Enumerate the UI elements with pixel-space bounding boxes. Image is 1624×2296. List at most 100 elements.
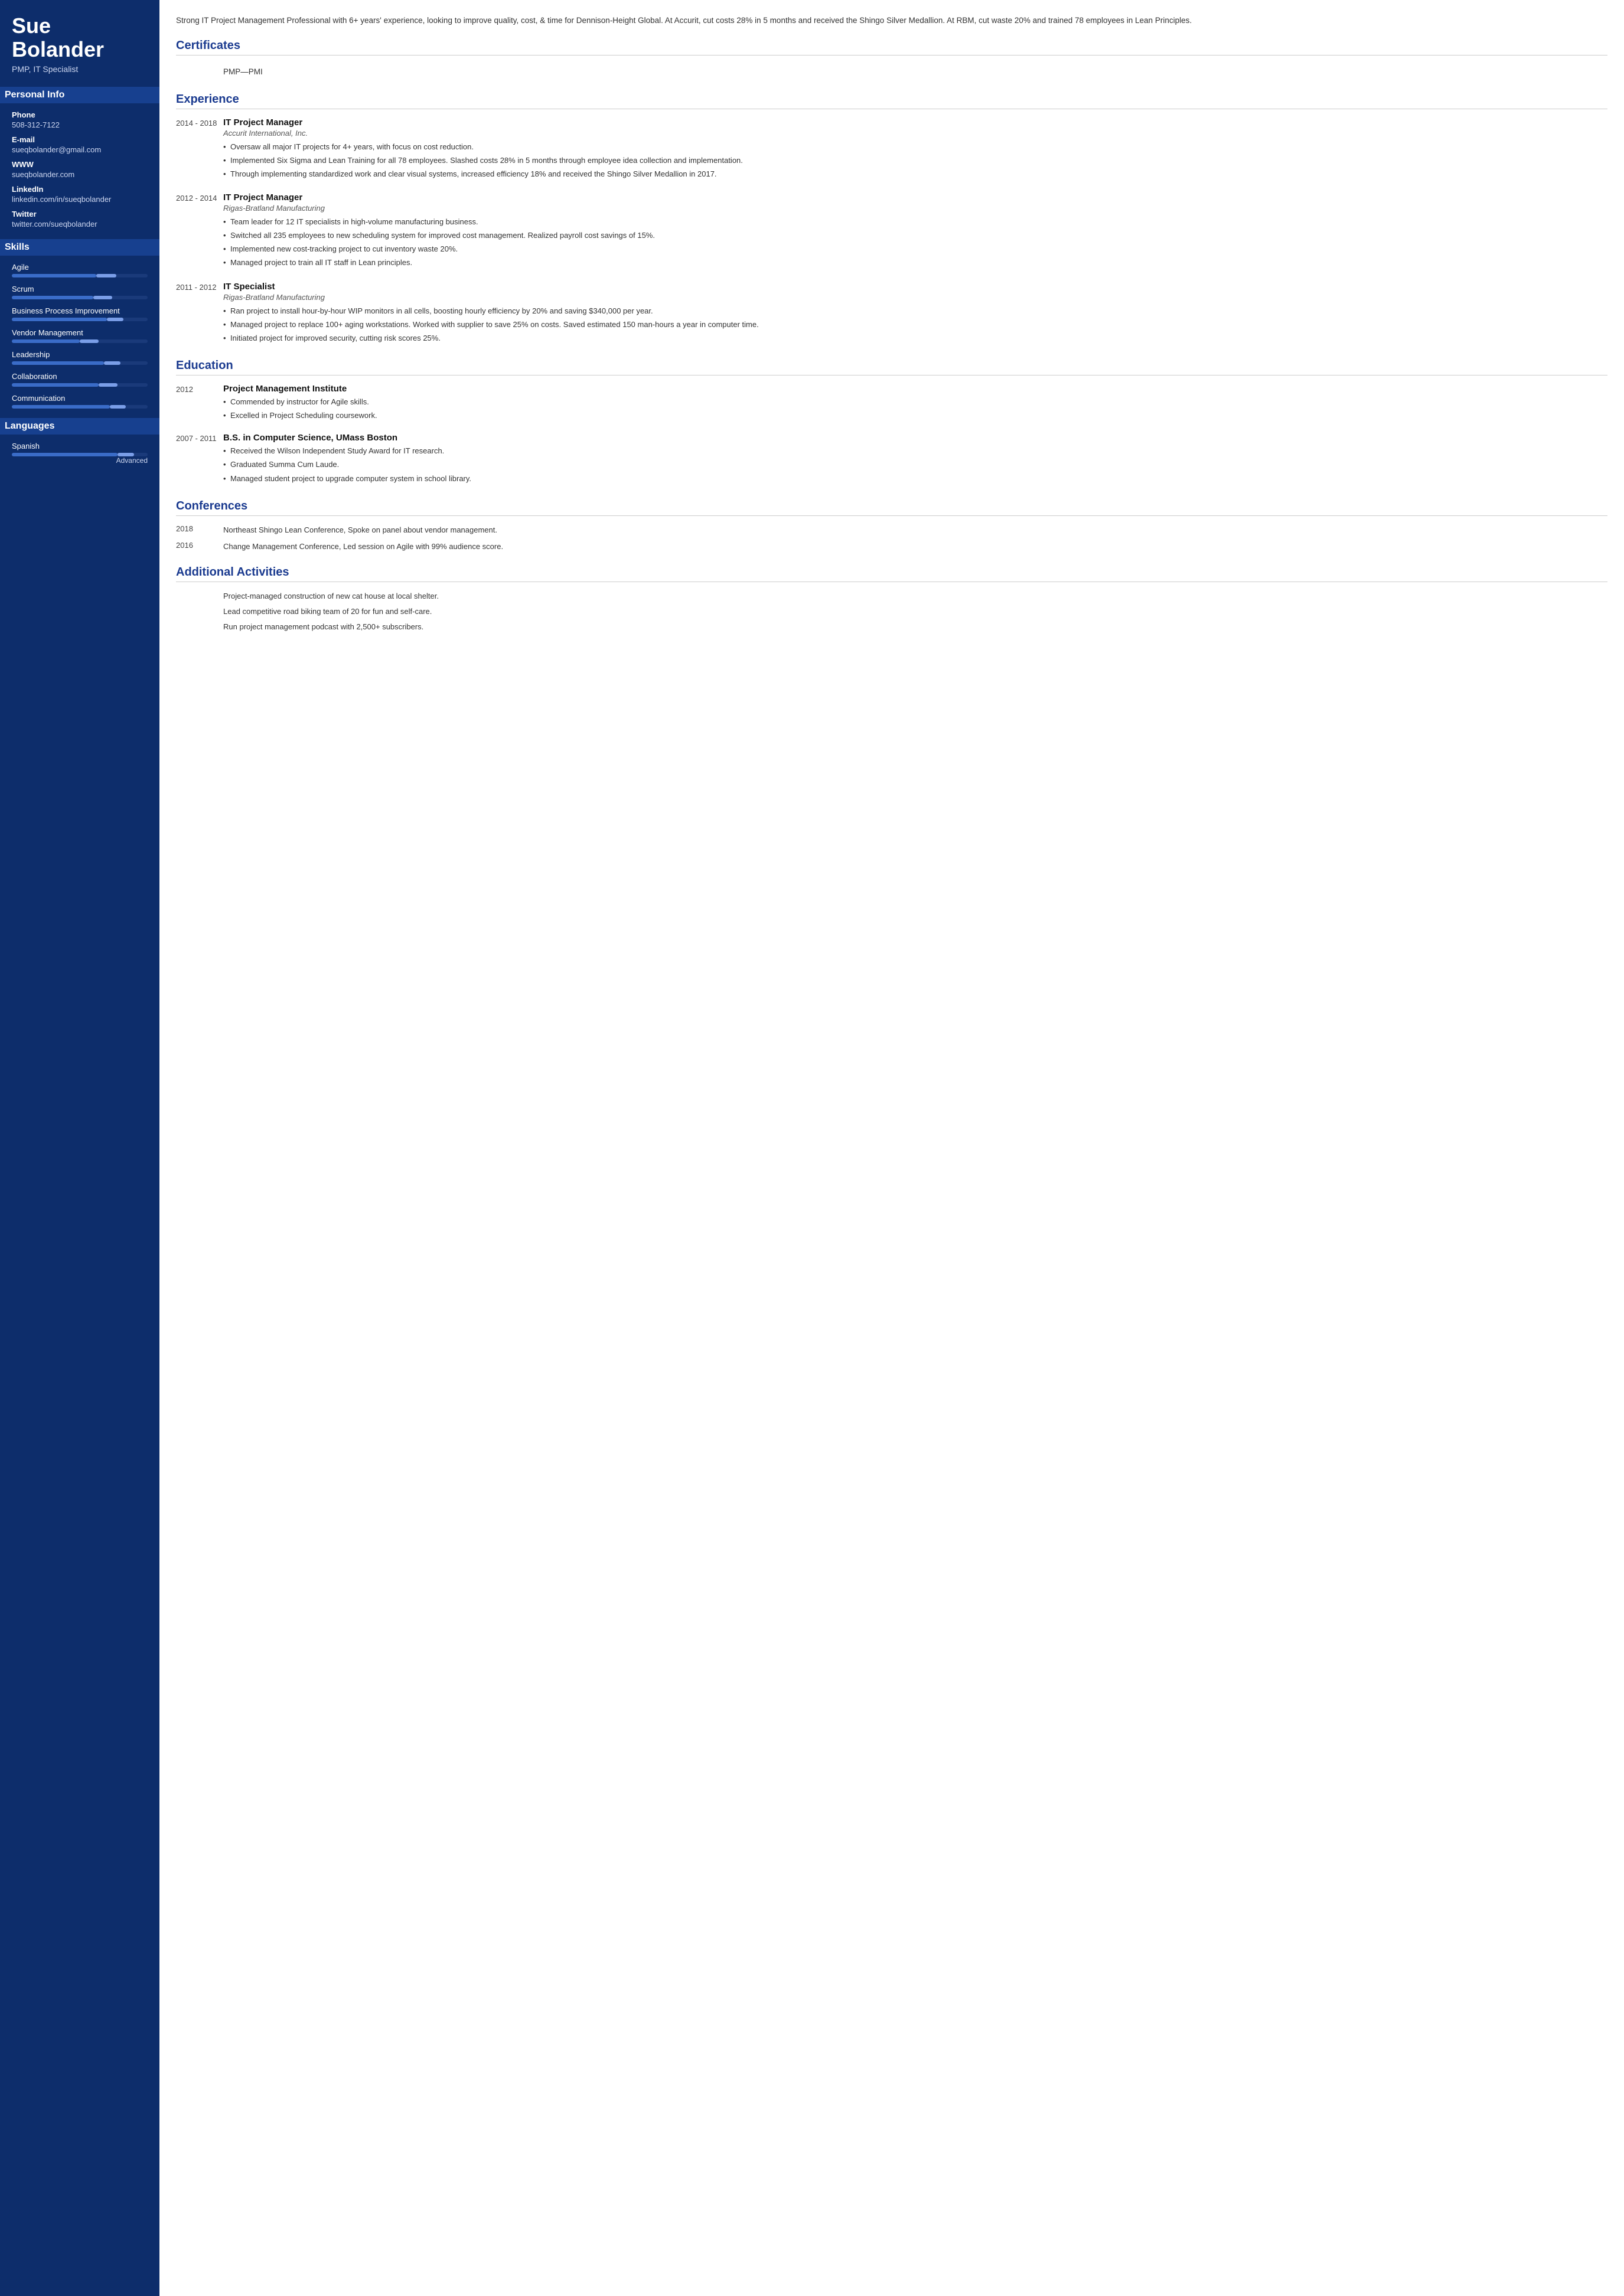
- experience-job-title: IT Project Manager: [223, 192, 1607, 203]
- conference-text: Change Management Conference, Led sessio…: [223, 541, 1607, 553]
- education-bullet: Received the Wilson Independent Study Aw…: [223, 445, 1607, 457]
- education-bullet: Managed student project to upgrade compu…: [223, 473, 1607, 485]
- education-bullet: Graduated Summa Cum Laude.: [223, 459, 1607, 471]
- skill-bar-accent: [110, 405, 126, 409]
- skill-name: Collaboration: [12, 372, 148, 381]
- candidate-title: PMP, IT Specialist: [12, 64, 148, 74]
- conference-text: Northeast Shingo Lean Conference, Spoke …: [223, 524, 1607, 536]
- conference-date: 2018: [176, 524, 223, 536]
- linkedin-value: linkedin.com/in/sueqbolander: [12, 195, 148, 204]
- experience-company: Rigas-Bratland Manufacturing: [223, 293, 1607, 302]
- www-value: sueqbolander.com: [12, 170, 148, 179]
- education-institution: Project Management Institute: [223, 384, 1607, 394]
- language-bar: [12, 453, 148, 456]
- skill-bar-fill: [12, 405, 110, 409]
- certificates-title: Certificates: [176, 39, 1607, 55]
- skill-bar-accent: [96, 274, 117, 277]
- activities-title: Additional Activities: [176, 566, 1607, 582]
- phone-value: 508-312-7122: [12, 120, 148, 129]
- skill-bar-fill: [12, 318, 107, 321]
- skill-bar: [12, 339, 148, 343]
- activity-item: Project-managed construction of new cat …: [176, 590, 1607, 602]
- experience-company: Rigas-Bratland Manufacturing: [223, 204, 1607, 213]
- skills-section-title: Skills: [0, 239, 159, 256]
- skill-name: Leadership: [12, 350, 148, 359]
- education-bullet: Commended by instructor for Agile skills…: [223, 396, 1607, 408]
- language-item: Spanish Advanced: [12, 442, 148, 465]
- skill-bar: [12, 296, 148, 299]
- www-label: WWW: [12, 160, 148, 169]
- language-bar-fill: [12, 453, 118, 456]
- skill-bar: [12, 274, 148, 277]
- conference-item: 2016Change Management Conference, Led se…: [176, 541, 1607, 553]
- sidebar: Sue Bolander PMP, IT Specialist Personal…: [0, 0, 159, 2296]
- experience-company: Accurit International, Inc.: [223, 129, 1607, 138]
- activity-item: Lead competitive road biking team of 20 …: [176, 606, 1607, 618]
- conferences-title: Conferences: [176, 499, 1607, 516]
- skills-section: AgileScrumBusiness Process ImprovementVe…: [12, 263, 148, 409]
- skill-name: Agile: [12, 263, 148, 272]
- skill-item: Communication: [12, 394, 148, 409]
- twitter-value: twitter.com/sueqbolander: [12, 220, 148, 228]
- skill-bar: [12, 383, 148, 387]
- experience-bullet: Initiated project for improved security,…: [223, 332, 1607, 344]
- languages-section-title: Languages: [0, 418, 159, 435]
- email-value: sueqbolander@gmail.com: [12, 145, 148, 154]
- experience-detail: IT Project ManagerRigas-Bratland Manufac…: [223, 192, 1607, 271]
- experience-date: 2014 - 2018: [176, 117, 223, 182]
- twitter-label: Twitter: [12, 210, 148, 218]
- experience-detail: IT SpecialistRigas-Bratland Manufacturin…: [223, 282, 1607, 346]
- education-item: 2012Project Management Institute Commende…: [176, 384, 1607, 423]
- education-section: Education 2012Project Management Institu…: [176, 359, 1607, 486]
- skill-name: Vendor Management: [12, 328, 148, 337]
- experience-date: 2012 - 2014: [176, 192, 223, 271]
- conference-date: 2016: [176, 541, 223, 553]
- skill-item: Vendor Management: [12, 328, 148, 343]
- skill-item: Collaboration: [12, 372, 148, 387]
- skill-bar-accent: [107, 318, 123, 321]
- skill-item: Leadership: [12, 350, 148, 365]
- education-detail: B.S. in Computer Science, UMass BostonRe…: [223, 433, 1607, 486]
- skill-bar-fill: [12, 361, 104, 365]
- skill-bar-accent: [80, 339, 99, 343]
- personal-info-section-title: Personal Info: [0, 87, 159, 103]
- language-level: Advanced: [12, 456, 148, 465]
- experience-bullet: Managed project to train all IT staff in…: [223, 257, 1607, 269]
- education-date: 2012: [176, 384, 223, 423]
- skill-item: Agile: [12, 263, 148, 277]
- skill-bar-accent: [99, 383, 118, 387]
- skill-bar-fill: [12, 296, 93, 299]
- conference-item: 2018Northeast Shingo Lean Conference, Sp…: [176, 524, 1607, 536]
- activity-item: Run project management podcast with 2,50…: [176, 621, 1607, 633]
- education-bullet: Excelled in Project Scheduling coursewor…: [223, 410, 1607, 422]
- languages-section: Spanish Advanced: [12, 442, 148, 465]
- skill-bar: [12, 318, 148, 321]
- experience-item: 2014 - 2018IT Project ManagerAccurit Int…: [176, 117, 1607, 182]
- experience-item: 2011 - 2012IT SpecialistRigas-Bratland M…: [176, 282, 1607, 346]
- education-item: 2007 - 2011B.S. in Computer Science, UMa…: [176, 433, 1607, 486]
- experience-bullet: Team leader for 12 IT specialists in hig…: [223, 216, 1607, 228]
- skill-bar: [12, 361, 148, 365]
- skill-bar-fill: [12, 383, 99, 387]
- summary-text: Strong IT Project Management Professiona…: [176, 14, 1607, 27]
- experience-item: 2012 - 2014IT Project ManagerRigas-Bratl…: [176, 192, 1607, 271]
- language-bar-accent: [118, 453, 134, 456]
- education-detail: Project Management Institute Commended by…: [223, 384, 1607, 423]
- personal-info-section: Phone 508-312-7122 E-mail sueqbolander@g…: [12, 110, 148, 228]
- education-title: Education: [176, 359, 1607, 375]
- skill-bar-accent: [104, 361, 120, 365]
- experience-date: 2011 - 2012: [176, 282, 223, 346]
- experience-bullet: Switched all 235 employees to new schedu…: [223, 230, 1607, 241]
- experience-bullet: Oversaw all major IT projects for 4+ yea…: [223, 141, 1607, 153]
- experience-bullet: Implemented Six Sigma and Lean Training …: [223, 155, 1607, 166]
- language-name: Spanish: [12, 442, 148, 450]
- skill-name: Communication: [12, 394, 148, 403]
- experience-detail: IT Project ManagerAccurit International,…: [223, 117, 1607, 182]
- skill-bar-accent: [93, 296, 112, 299]
- experience-section: Experience 2014 - 2018IT Project Manager…: [176, 93, 1607, 346]
- phone-label: Phone: [12, 110, 148, 119]
- experience-job-title: IT Project Manager: [223, 117, 1607, 128]
- experience-bullet: Through implementing standardized work a…: [223, 168, 1607, 180]
- experience-bullet: Ran project to install hour-by-hour WIP …: [223, 305, 1607, 317]
- candidate-name: Sue Bolander: [12, 14, 148, 61]
